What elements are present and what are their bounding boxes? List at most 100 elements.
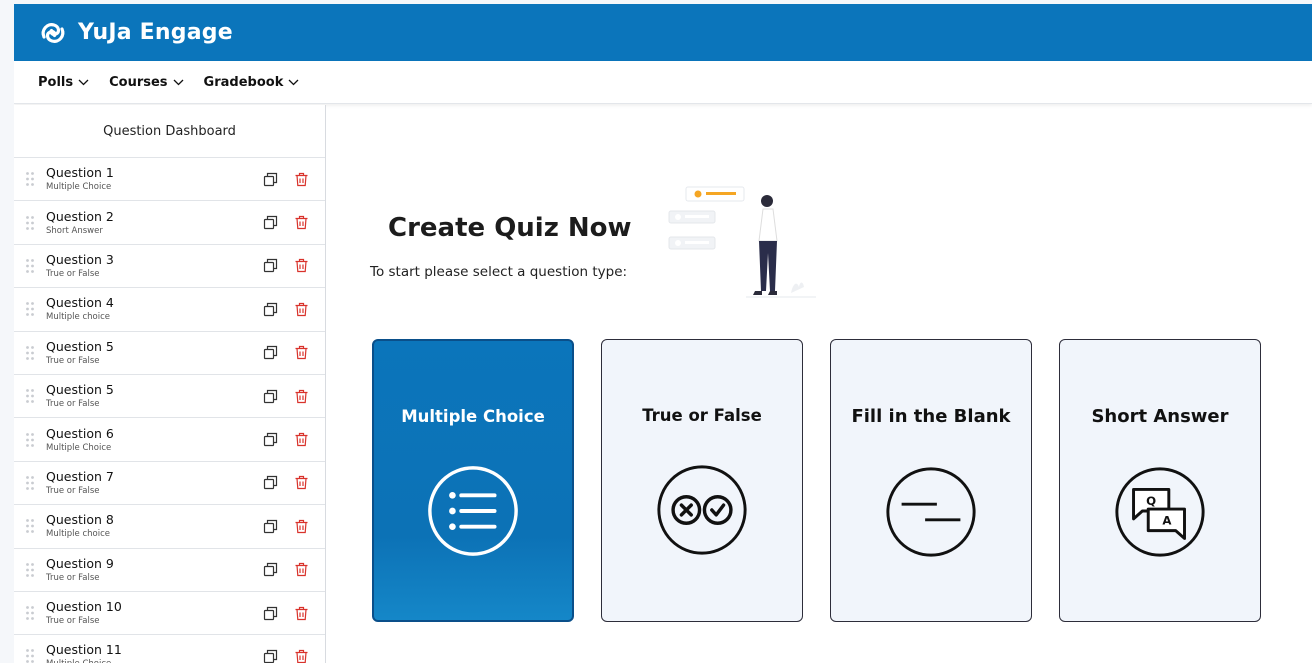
question-actions (263, 519, 309, 534)
page-subtitle: To start please select a question type: (370, 264, 628, 280)
drag-handle-icon[interactable] (14, 475, 46, 491)
question-type-multiple-choice[interactable]: Multiple Choice (372, 339, 574, 622)
question-info: Question 9 True or False (46, 556, 263, 584)
question-type: True or False (46, 572, 100, 583)
question-row[interactable]: Question 5 True or False (14, 374, 325, 419)
duplicate-icon[interactable] (263, 215, 278, 230)
chevron-down-icon (173, 79, 184, 85)
trash-icon[interactable] (294, 606, 309, 621)
duplicate-icon[interactable] (263, 389, 278, 404)
question-row[interactable]: Question 9 True or False (14, 548, 325, 592)
chevron-down-icon (78, 79, 89, 85)
app-logo[interactable]: YuJa Engage (38, 18, 233, 48)
app-frame: YuJa Engage Polls Courses Gradebook Ques… (14, 4, 1312, 663)
question-type: True or False (46, 399, 100, 410)
drag-handle-icon[interactable] (14, 301, 46, 317)
question-row[interactable]: Question 6 Multiple Choice (14, 418, 325, 462)
question-title: Question 5 (46, 382, 114, 398)
question-type-true-false[interactable]: True or False (601, 339, 803, 622)
drag-handle-icon[interactable] (14, 215, 46, 231)
trash-icon[interactable] (294, 172, 309, 187)
question-row[interactable]: Question 4 Multiple choice (14, 288, 325, 332)
nav-courses[interactable]: Courses (109, 74, 184, 90)
fill-blank-icon (886, 467, 976, 557)
question-row[interactable]: Question 5 True or False (14, 331, 325, 375)
duplicate-icon[interactable] (263, 432, 278, 447)
question-actions (263, 562, 309, 577)
question-title: Question 8 (46, 512, 114, 528)
question-row[interactable]: Question 2 Short Answer (14, 201, 325, 245)
duplicate-icon[interactable] (263, 345, 278, 360)
trash-icon[interactable] (294, 258, 309, 273)
nav-gradebook[interactable]: Gradebook (204, 75, 300, 90)
question-type: Multiple Choice (46, 658, 263, 663)
drag-handle-icon[interactable] (14, 171, 46, 187)
drag-handle-icon[interactable] (14, 432, 46, 448)
question-actions (263, 215, 309, 230)
app-name: YuJa Engage (78, 20, 233, 45)
person-with-cards-illustration (668, 186, 816, 298)
duplicate-icon[interactable] (263, 475, 278, 490)
duplicate-icon[interactable] (263, 606, 278, 621)
main-content: Create Quiz Now To start please select a… (326, 105, 1312, 663)
question-row[interactable]: Question 7 True or False (14, 461, 325, 506)
duplicate-icon[interactable] (263, 649, 278, 663)
question-type-fill-in-the-blank[interactable]: Fill in the Blank (830, 339, 1032, 622)
trash-icon[interactable] (294, 519, 309, 534)
question-actions (263, 649, 309, 663)
dashboard-title: Question Dashboard (14, 105, 325, 158)
trash-icon[interactable] (294, 215, 309, 230)
drag-handle-icon[interactable] (14, 562, 46, 578)
question-row[interactable]: Question 3 True or False (14, 244, 325, 289)
duplicate-icon[interactable] (263, 302, 278, 317)
question-row[interactable]: Question 1 Multiple Choice (14, 158, 325, 202)
nav-polls[interactable]: Polls (38, 75, 89, 90)
drag-handle-icon[interactable] (14, 388, 46, 404)
trash-icon[interactable] (294, 389, 309, 404)
drag-handle-icon[interactable] (14, 518, 46, 534)
trash-icon[interactable] (294, 649, 309, 663)
drag-handle-icon[interactable] (14, 648, 46, 663)
trash-icon[interactable] (294, 432, 309, 447)
duplicate-icon[interactable] (263, 258, 278, 273)
list-icon (428, 466, 518, 556)
question-title: Question 1 (46, 165, 114, 181)
question-info: Question 5 True or False (46, 339, 263, 367)
top-bar: YuJa Engage (14, 4, 1312, 61)
question-title: Question 3 (46, 251, 114, 267)
true-false-icon (657, 465, 747, 555)
card-label: Multiple Choice (401, 407, 545, 426)
nav-gradebook-label: Gradebook (203, 74, 284, 90)
question-type: Multiple choice (46, 312, 110, 323)
drag-handle-icon[interactable] (14, 605, 46, 621)
trash-icon[interactable] (294, 302, 309, 317)
trash-icon[interactable] (294, 562, 309, 577)
question-info: Question 10 True or False (46, 599, 263, 627)
main-nav: Polls Courses Gradebook (14, 61, 1312, 104)
chevron-down-icon (288, 79, 299, 85)
question-list: Question 1 Multiple Choice Question 2 Sh… (14, 158, 325, 663)
question-type-cards: Multiple Choice True or False Fill in th… (372, 339, 1261, 622)
question-row[interactable]: Question 8 Multiple choice (14, 505, 325, 549)
duplicate-icon[interactable] (263, 519, 278, 534)
question-actions (263, 172, 309, 187)
page-title: Create Quiz Now (388, 213, 632, 243)
question-actions (263, 302, 309, 317)
question-actions (263, 475, 309, 490)
question-actions (263, 345, 309, 360)
question-type-short-answer[interactable]: Short Answer Q A (1059, 339, 1261, 622)
drag-handle-icon[interactable] (14, 258, 46, 274)
question-type: True or False (46, 355, 100, 366)
question-row[interactable]: Question 10 True or False (14, 591, 325, 636)
nav-courses-label: Courses (109, 74, 168, 90)
question-info: Question 7 True or False (46, 469, 263, 497)
duplicate-icon[interactable] (263, 562, 278, 577)
question-type: Multiple Choice (46, 442, 112, 453)
question-row[interactable]: Question 11 Multiple Choice (14, 635, 325, 663)
question-info: Question 6 Multiple Choice (46, 426, 263, 454)
trash-icon[interactable] (294, 345, 309, 360)
question-info: Question 2 Short Answer (46, 209, 263, 237)
drag-handle-icon[interactable] (14, 345, 46, 361)
trash-icon[interactable] (294, 475, 309, 490)
duplicate-icon[interactable] (263, 172, 278, 187)
